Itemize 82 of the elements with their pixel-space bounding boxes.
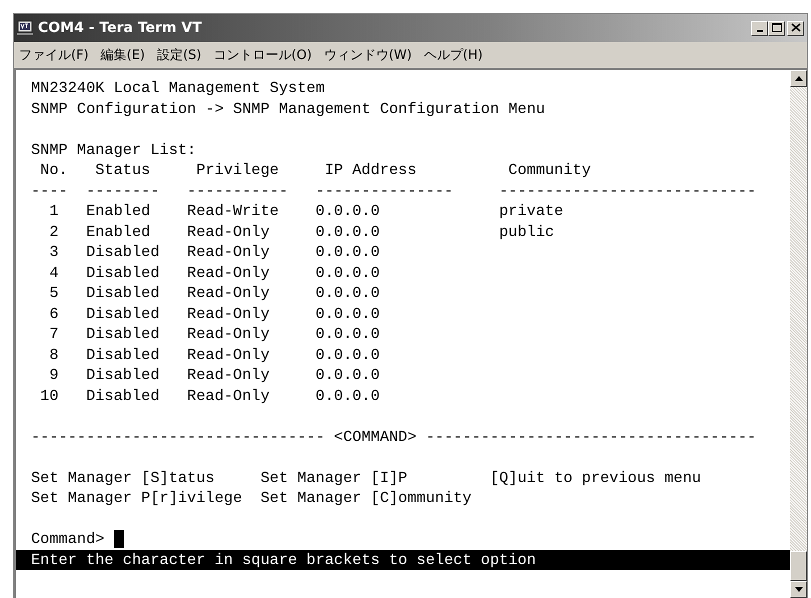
minimize-icon: [756, 30, 762, 32]
window-title: COM4 - Tera Term VT: [38, 20, 203, 36]
privilege-cell: Read-Only: [187, 304, 270, 322]
row-number: 8: [48, 344, 59, 365]
row-number: 9: [48, 365, 59, 386]
row-number: 6: [48, 304, 59, 324]
status-cell: Disabled: [86, 366, 160, 384]
status-cell: Disabled: [86, 284, 160, 302]
close-icon: [790, 23, 800, 33]
menu-item[interactable]: ヘルプ(H): [424, 46, 483, 64]
ip-address-cell: 0.0.0.0: [316, 243, 380, 261]
column-rule: ----: [31, 182, 68, 200]
column-header: No.: [40, 161, 68, 179]
status-cell: Disabled: [86, 243, 160, 261]
down-arrow-icon: [794, 587, 802, 592]
ip-address-cell: 0.0.0.0: [316, 325, 380, 343]
status-cell: Enabled: [86, 202, 150, 220]
command-option: Set Manager [C]ommunity: [260, 489, 472, 507]
column-header: Status: [95, 161, 150, 179]
up-arrow-icon: [794, 76, 802, 81]
close-button[interactable]: [787, 20, 804, 36]
status-cell: Disabled: [86, 264, 160, 282]
status-cell: Enabled: [86, 222, 150, 240]
privilege-cell: Read-Only: [187, 386, 270, 404]
terminal-line: SNMP Configuration -> SNMP Management Configuration Menu: [31, 98, 546, 119]
row-number: 5: [48, 283, 59, 304]
privilege-cell: Read-Only: [187, 325, 270, 343]
terminal-line: MN23240K Local Management System: [31, 78, 326, 98]
list-title: SNMP Manager List:: [31, 140, 198, 160]
status-cell: Disabled: [86, 304, 160, 322]
row-number: 4: [48, 262, 59, 283]
community-cell: public: [499, 222, 554, 240]
menu-item[interactable]: 設定(S): [156, 46, 202, 64]
ip-address-cell: 0.0.0.0: [316, 346, 380, 364]
privilege-cell: Read-Only: [187, 284, 270, 302]
scrollbar-thumb[interactable]: [790, 551, 807, 581]
ip-address-cell: 0.0.0.0: [316, 264, 380, 282]
status-cell: Disabled: [86, 325, 160, 343]
ip-address-cell: 0.0.0.0: [316, 202, 380, 220]
privilege-cell: Read-Only: [187, 346, 270, 364]
row-number: 7: [48, 324, 59, 344]
command-option: Set Manager [S]tatus: [31, 468, 215, 486]
ip-address-cell: 0.0.0.0: [316, 386, 380, 404]
column-header: Community: [508, 161, 591, 179]
column-rule: ----------------------------: [499, 182, 756, 200]
community-cell: private: [499, 202, 564, 220]
column-header: IP Address: [324, 161, 416, 179]
minimize-button[interactable]: [751, 20, 768, 36]
text-cursor: [114, 530, 124, 548]
privilege-cell: Read-Write: [187, 202, 279, 220]
status-cell: Disabled: [86, 386, 160, 404]
menu-item[interactable]: コントロール(O): [213, 46, 312, 64]
ip-address-cell: 0.0.0.0: [316, 284, 380, 302]
privilege-cell: Read-Only: [187, 264, 270, 282]
privilege-cell: Read-Only: [187, 243, 270, 261]
row-number: 10: [39, 386, 59, 406]
scroll-up-button[interactable]: [790, 70, 807, 87]
ip-address-cell: 0.0.0.0: [316, 304, 380, 322]
column-rule: -----------: [187, 182, 288, 200]
ip-address-cell: 0.0.0.0: [316, 366, 380, 384]
row-number: 1: [48, 201, 59, 222]
command-option: Set Manager [I]P: [260, 468, 408, 486]
column-rule: ---------------: [316, 182, 454, 200]
terminal-app-icon: [17, 20, 33, 36]
menu-item[interactable]: 編集(E): [100, 46, 145, 64]
menu-item[interactable]: ウィンドウ(W): [324, 46, 412, 64]
command-option: Set Manager P[r]ivilege: [31, 489, 242, 507]
maximize-button[interactable]: [768, 20, 785, 36]
menu-item[interactable]: ファイル(F): [19, 46, 89, 64]
maximize-icon: [772, 23, 782, 33]
command-option: [Q]uit to previous menu: [490, 468, 702, 486]
status-cell: Disabled: [86, 346, 160, 364]
column-rule: --------: [86, 182, 160, 200]
ip-address-cell: 0.0.0.0: [316, 222, 380, 240]
command-separator: -------------------------------- <COMMAND> ------------------------------------: [31, 426, 758, 447]
command-prompt: Command>: [31, 529, 104, 550]
row-number: 2: [48, 222, 59, 242]
scroll-down-button[interactable]: [790, 581, 807, 598]
row-number: 3: [48, 242, 59, 262]
privilege-cell: Read-Only: [187, 366, 270, 384]
column-header: Privilege: [196, 161, 279, 179]
privilege-cell: Read-Only: [187, 222, 270, 240]
